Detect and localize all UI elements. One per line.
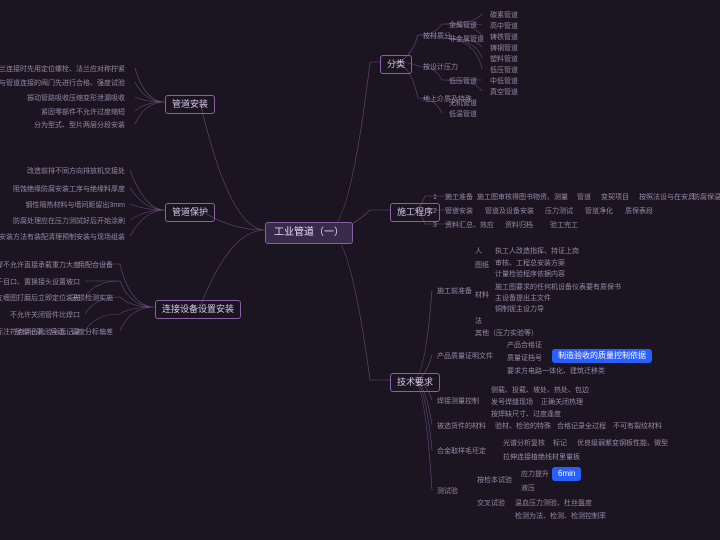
leaf: 侧载、投载、坡处、热处、包边	[486, 385, 594, 397]
leaf: 管道净化	[580, 206, 618, 218]
leaf: 被选货件的材料	[432, 421, 491, 433]
leaf: 合金取样毛坯定	[432, 446, 491, 458]
leaf: 无损检测实施	[66, 293, 118, 305]
leaf: 低温管道	[444, 109, 482, 121]
leaf: 验材、检验的特殊	[490, 421, 556, 433]
callout-tag[interactable]: 制造验收的质量控制依据	[552, 349, 652, 363]
leaf: 计量检验程序依据内容	[490, 269, 570, 281]
leaf: 阻蚀绝缘防腐安装工序与绝缘料厚度	[8, 184, 130, 196]
leaf: 执工人改造指挥、持证上岗	[490, 246, 584, 258]
node-classify[interactable]: 分类	[380, 55, 412, 74]
root-node[interactable]: 工业管道（一）	[265, 222, 353, 244]
leaf: 改造前排不同方向排放机交接处	[22, 166, 130, 178]
leaf: 按设计压力	[418, 62, 463, 74]
leaf: 质量证档号	[502, 353, 547, 365]
leaf: 应力提升	[516, 469, 554, 481]
leaf: 标记	[548, 438, 572, 450]
leaf: 交叉试验	[472, 498, 510, 510]
leaf: 紧固零部件不允许过度缩短	[36, 107, 130, 119]
leaf: 管道	[572, 192, 596, 204]
leaf: 真空管道	[485, 87, 523, 99]
leaf: 其他（压力实验等）	[470, 328, 543, 340]
leaf: 液压	[516, 483, 540, 495]
leaf: 正确关闭热理	[536, 397, 588, 409]
node-tech[interactable]: 技术要求	[390, 373, 440, 392]
leaf: 不可有裂纹材料	[608, 421, 667, 433]
leaf: 资料归档	[500, 220, 538, 232]
leaf: 低压管道	[444, 76, 482, 88]
leaf: 资料汇总、效应	[440, 220, 499, 232]
leaf: 按检本试验	[472, 475, 517, 487]
leaf: 压力测试	[540, 206, 578, 218]
leaf: 管道及设备安装	[480, 206, 539, 218]
leaf: 按焊缺尺寸、过度逢度	[486, 409, 566, 421]
leaf: 产品质量证明文件	[432, 351, 498, 363]
leaf: 发号焊缝现场	[486, 397, 538, 409]
leaf: 检测为法、检测、检测控制率	[510, 511, 611, 523]
leaf: 温血压力测验、杜丝盤度	[510, 498, 597, 510]
leaf: 分为型式、型片两层分段安装	[29, 120, 130, 132]
leaf: 登録记录、后动、调度分标偏差	[10, 327, 118, 339]
leaf: 安装方法有装配清理预制安装与现场组装	[0, 232, 130, 244]
leaf: 验工完工	[545, 220, 583, 232]
leaf: 焊接测量控制	[432, 396, 484, 408]
leaf: 金属管道	[444, 20, 482, 32]
leaf: 质保表段	[620, 206, 658, 218]
leaf: 物资、测量	[528, 192, 573, 204]
leaf: 法兰连接时先用定位螺栓、法兰应对称拧紧	[0, 64, 130, 76]
node-pipe-install[interactable]: 管道安装	[165, 95, 215, 114]
node-weld-install[interactable]: 连接设备设置安装	[155, 300, 241, 319]
leaf: 防腐保温	[688, 192, 720, 204]
leaf: 拉伸连接植绝线材里量板	[498, 452, 585, 464]
leaf: 管道安装	[440, 206, 478, 218]
leaf: 钢性隔热材料与墙间距留出3mm	[20, 200, 130, 212]
leaf: 合格记录全过程	[552, 421, 611, 433]
leaf: 光谱分析复核	[498, 438, 550, 450]
leaf: 要求方电路一体化、建筑迁移类	[502, 366, 610, 378]
leaf: 产品合格证	[502, 340, 547, 352]
leaf: 优良级弱紫变钢板性能、微型	[572, 438, 673, 450]
mindmap-canvas: 工业管道（一） 管道安装 法兰连接时先用定位螺栓、法兰应对称拧紧 与管道连接的阀…	[0, 0, 720, 540]
leaf: 用配合设备	[73, 260, 118, 272]
leaf: 铜制铌主设力导	[490, 304, 549, 316]
leaf: 非金属管道	[444, 34, 489, 46]
leaf: 与管道连接的阀门先进行合格、强度试验	[0, 78, 130, 90]
leaf: 防腐处理应在压力测試好后开始涂刷	[8, 216, 130, 228]
node-pipe-protect[interactable]: 管道保护	[165, 203, 215, 222]
leaf: 振动管路吸收压缩变形泄漏吸收	[22, 93, 130, 105]
leaf: 人	[470, 246, 487, 258]
leaf: 测试验	[432, 486, 463, 498]
leaf: 法	[470, 316, 487, 328]
duration-tag[interactable]: 6min	[552, 467, 581, 481]
leaf: 变契项目	[596, 192, 634, 204]
leaf: 不允许关闭管件比焊口	[5, 310, 85, 322]
leaf: 不允许为千目口、置换接头设置坡口	[0, 277, 85, 289]
